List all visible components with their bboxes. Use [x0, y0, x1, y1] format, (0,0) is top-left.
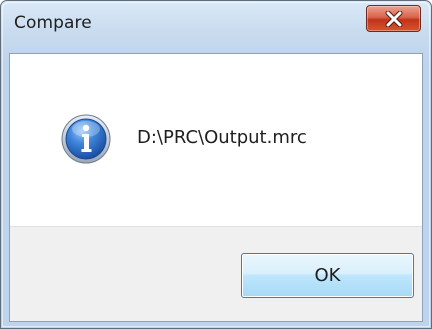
message-text: D:\PRC\Output.mrc — [137, 127, 307, 148]
message-box-window: Compare D:\PRC\Output.mrc OK — [0, 0, 432, 329]
title-bar[interactable]: Compare — [1, 1, 431, 53]
ok-button[interactable]: OK — [241, 253, 414, 298]
window-title: Compare — [14, 13, 92, 33]
close-button[interactable] — [366, 5, 421, 32]
button-panel: OK — [10, 226, 422, 321]
close-x-icon — [385, 10, 402, 27]
message-area: D:\PRC\Output.mrc — [10, 54, 422, 226]
dialog-client-area: D:\PRC\Output.mrc OK — [9, 53, 423, 322]
information-icon — [61, 114, 111, 164]
